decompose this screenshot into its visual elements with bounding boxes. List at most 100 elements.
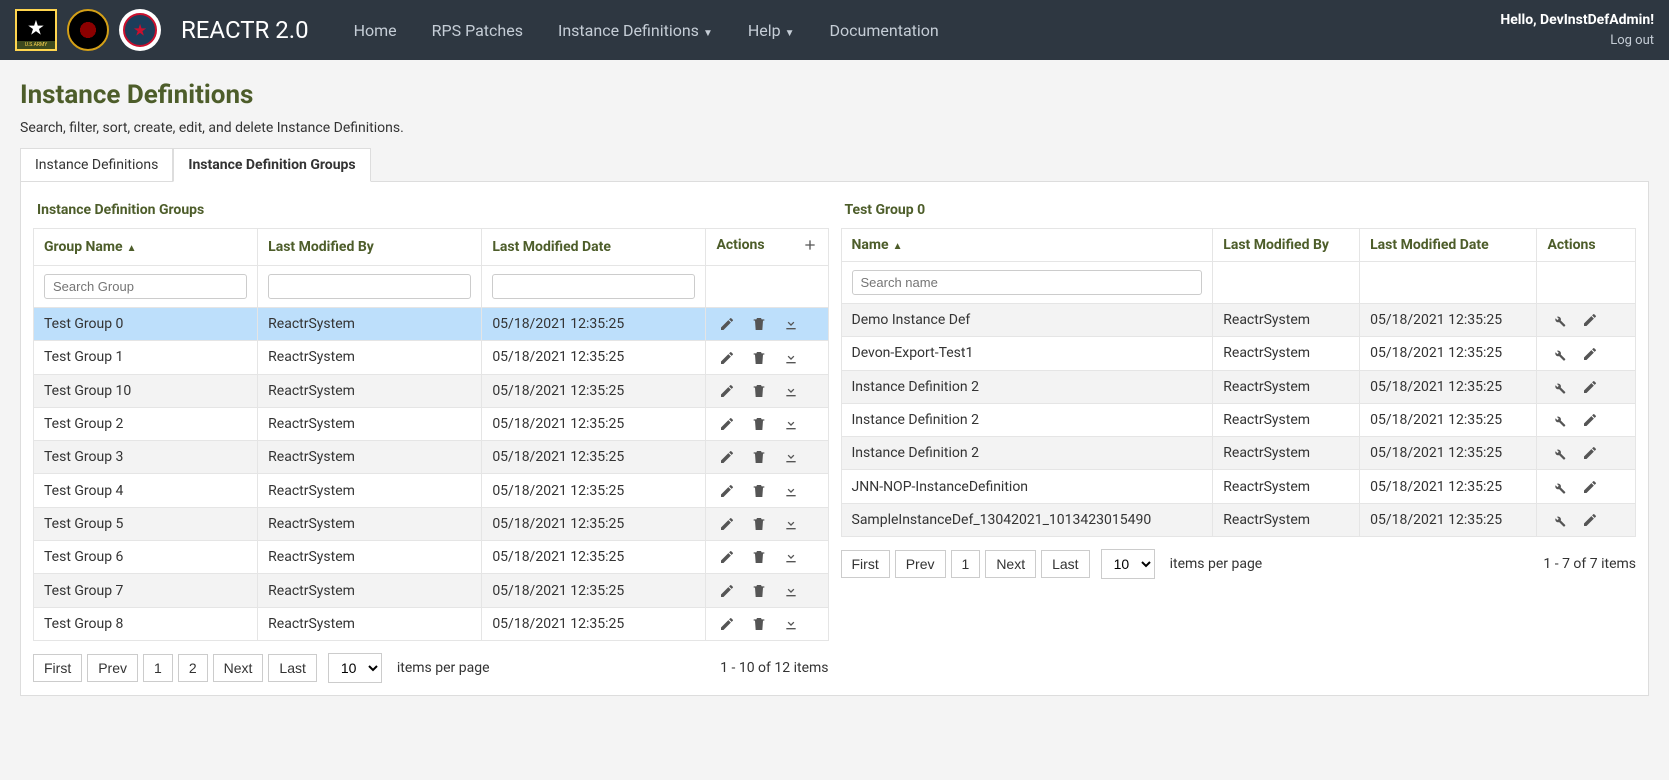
edit-icon[interactable]	[1579, 512, 1601, 528]
table-row[interactable]: Test Group 0ReactrSystem05/18/2021 12:35…	[34, 308, 829, 341]
wrench-icon[interactable]	[1547, 412, 1569, 428]
pager-page-2[interactable]: 2	[178, 654, 208, 682]
download-icon[interactable]	[780, 416, 802, 432]
edit-icon[interactable]	[716, 383, 738, 399]
pager-first[interactable]: First	[841, 550, 890, 578]
edit-icon[interactable]	[1579, 445, 1601, 461]
edit-icon[interactable]	[1579, 312, 1601, 328]
download-icon[interactable]	[780, 516, 802, 532]
pager-size-select[interactable]: 10	[1101, 549, 1155, 579]
download-icon[interactable]	[780, 449, 802, 465]
filter-modified-date-input[interactable]	[492, 274, 695, 299]
table-row[interactable]: JNN-NOP-InstanceDefinitionReactrSystem05…	[841, 470, 1636, 503]
edit-icon[interactable]	[1579, 478, 1601, 494]
delete-icon[interactable]	[748, 449, 770, 465]
table-row[interactable]: Instance Definition 2ReactrSystem05/18/2…	[841, 403, 1636, 436]
col-group-name[interactable]: Group Name▲	[34, 229, 258, 266]
nav-instance-definitions[interactable]: Instance Definitions▼	[543, 13, 728, 48]
col-name[interactable]: Name▲	[841, 229, 1213, 262]
table-row[interactable]: Instance Definition 2ReactrSystem05/18/2…	[841, 437, 1636, 470]
edit-icon[interactable]	[716, 516, 738, 532]
edit-icon[interactable]	[716, 482, 738, 498]
table-row[interactable]: Test Group 4ReactrSystem05/18/2021 12:35…	[34, 474, 829, 507]
pager-page-1[interactable]: 1	[951, 550, 981, 578]
table-row[interactable]: Test Group 3ReactrSystem05/18/2021 12:35…	[34, 441, 829, 474]
table-row[interactable]: Test Group 2ReactrSystem05/18/2021 12:35…	[34, 407, 829, 440]
pager-next[interactable]: Next	[985, 550, 1036, 578]
edit-icon[interactable]	[716, 549, 738, 565]
col-modified-by[interactable]: Last Modified By	[258, 229, 482, 266]
edit-icon[interactable]	[716, 449, 738, 465]
tab-instance-definitions[interactable]: Instance Definitions	[20, 148, 173, 181]
add-group-button[interactable]	[802, 237, 818, 257]
download-icon[interactable]	[780, 549, 802, 565]
delete-icon[interactable]	[748, 482, 770, 498]
logout-link[interactable]: Log out	[1610, 33, 1654, 48]
cell-modified-by: ReactrSystem	[258, 441, 482, 474]
pager-last[interactable]: Last	[268, 654, 316, 682]
download-icon[interactable]	[780, 349, 802, 365]
filter-modified-by-input[interactable]	[268, 274, 471, 299]
pager-next[interactable]: Next	[213, 654, 264, 682]
pager-last[interactable]: Last	[1041, 550, 1089, 578]
wrench-icon[interactable]	[1547, 512, 1569, 528]
table-row[interactable]: Test Group 5ReactrSystem05/18/2021 12:35…	[34, 507, 829, 540]
tab-instance-definition-groups[interactable]: Instance Definition Groups	[173, 148, 370, 182]
edit-icon[interactable]	[716, 316, 738, 332]
delete-icon[interactable]	[748, 616, 770, 632]
delete-icon[interactable]	[748, 316, 770, 332]
download-icon[interactable]	[780, 316, 802, 332]
cell-actions	[706, 607, 828, 640]
table-row[interactable]: Demo Instance DefReactrSystem05/18/2021 …	[841, 304, 1636, 337]
nav-home[interactable]: Home	[339, 13, 412, 48]
delete-icon[interactable]	[748, 516, 770, 532]
pager-first[interactable]: First	[33, 654, 82, 682]
wrench-icon[interactable]	[1547, 478, 1569, 494]
cell-modified-by: ReactrSystem	[258, 541, 482, 574]
table-row[interactable]: SampleInstanceDef_13042021_1013423015490…	[841, 503, 1636, 536]
cell-modified-by: ReactrSystem	[1213, 470, 1360, 503]
pager-page-1[interactable]: 1	[143, 654, 173, 682]
nav-help[interactable]: Help▼	[733, 13, 810, 48]
download-icon[interactable]	[780, 482, 802, 498]
table-row[interactable]: Test Group 1ReactrSystem05/18/2021 12:35…	[34, 341, 829, 374]
delete-icon[interactable]	[748, 416, 770, 432]
wrench-icon[interactable]	[1547, 312, 1569, 328]
table-row[interactable]: Test Group 8ReactrSystem05/18/2021 12:35…	[34, 607, 829, 640]
edit-icon[interactable]	[1579, 345, 1601, 361]
col-modified-date[interactable]: Last Modified Date	[1360, 229, 1537, 262]
edit-icon[interactable]	[1579, 412, 1601, 428]
delete-icon[interactable]	[748, 349, 770, 365]
search-group-input[interactable]	[44, 274, 247, 299]
wrench-icon[interactable]	[1547, 345, 1569, 361]
delete-icon[interactable]	[748, 383, 770, 399]
pager-prev[interactable]: Prev	[87, 654, 138, 682]
col-modified-date[interactable]: Last Modified Date	[482, 229, 706, 266]
search-name-input[interactable]	[852, 270, 1203, 295]
pager-prev[interactable]: Prev	[895, 550, 946, 578]
edit-icon[interactable]	[716, 349, 738, 365]
nav-documentation[interactable]: Documentation	[815, 13, 954, 48]
download-icon[interactable]	[780, 383, 802, 399]
table-row[interactable]: Test Group 6ReactrSystem05/18/2021 12:35…	[34, 541, 829, 574]
delete-icon[interactable]	[748, 582, 770, 598]
edit-icon[interactable]	[1579, 379, 1601, 395]
nav-rps-patches[interactable]: RPS Patches	[417, 13, 538, 48]
col-modified-by[interactable]: Last Modified By	[1213, 229, 1360, 262]
cell-modified-date: 05/18/2021 12:35:25	[482, 607, 706, 640]
table-row[interactable]: Test Group 10ReactrSystem05/18/2021 12:3…	[34, 374, 829, 407]
delete-icon[interactable]	[748, 549, 770, 565]
edit-icon[interactable]	[716, 616, 738, 632]
pager-size-select[interactable]: 10	[328, 653, 382, 683]
wrench-icon[interactable]	[1547, 445, 1569, 461]
download-icon[interactable]	[780, 616, 802, 632]
cell-modified-by: ReactrSystem	[258, 607, 482, 640]
edit-icon[interactable]	[716, 416, 738, 432]
wrench-icon[interactable]	[1547, 379, 1569, 395]
table-row[interactable]: Test Group 7ReactrSystem05/18/2021 12:35…	[34, 574, 829, 607]
nav-help-label: Help	[748, 21, 781, 40]
edit-icon[interactable]	[716, 582, 738, 598]
table-row[interactable]: Instance Definition 2ReactrSystem05/18/2…	[841, 370, 1636, 403]
table-row[interactable]: Devon-Export-Test1ReactrSystem05/18/2021…	[841, 337, 1636, 370]
download-icon[interactable]	[780, 582, 802, 598]
